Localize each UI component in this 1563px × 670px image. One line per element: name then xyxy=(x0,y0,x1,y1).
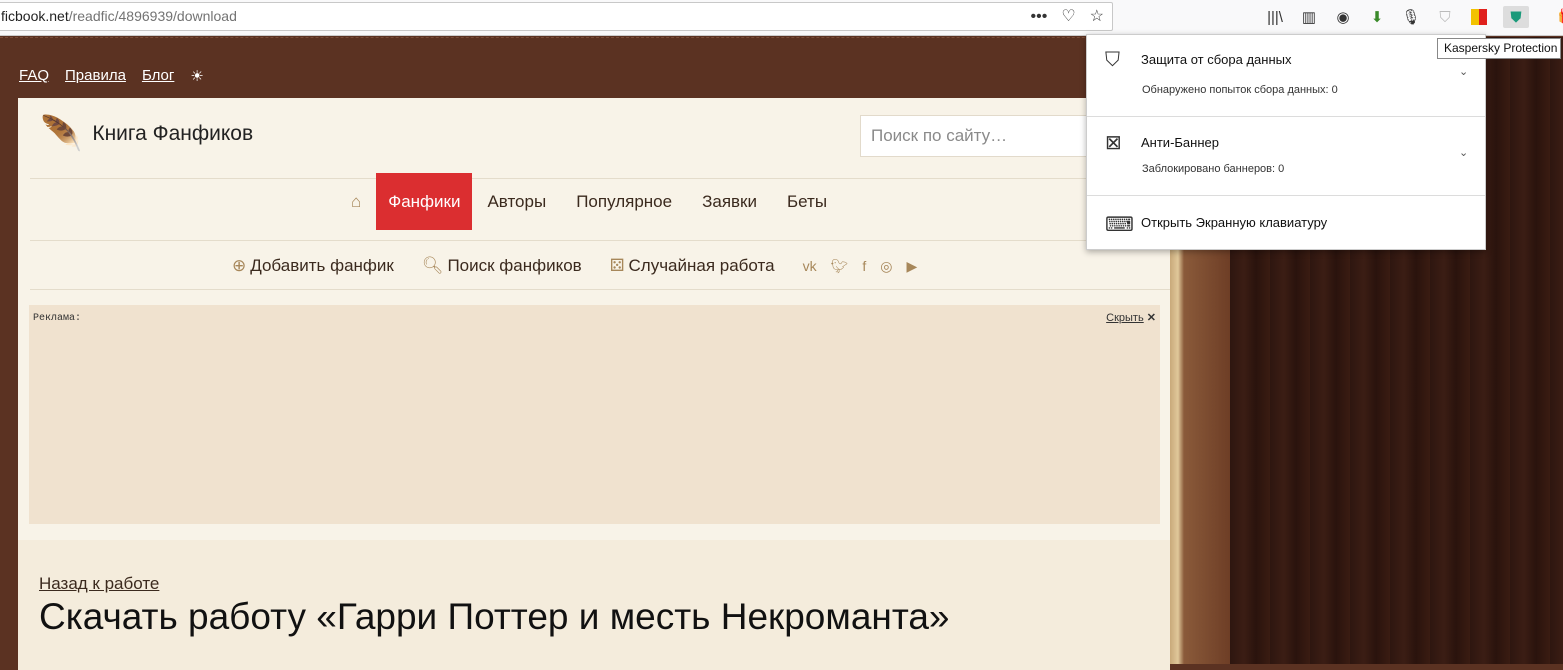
microphone-icon[interactable]: 🎙 xyxy=(1401,6,1421,28)
search-fanfics-link[interactable]: 🔍︎ Поиск фанфиков xyxy=(422,256,582,276)
gift-icon[interactable]: 🎁 xyxy=(1557,6,1563,28)
chevron-down-icon[interactable]: ⌄ xyxy=(1459,65,1468,78)
banner-block-icon: ⊠ xyxy=(1105,132,1122,154)
library-icon[interactable]: |||\ xyxy=(1265,6,1285,28)
close-icon: ✕ xyxy=(1146,312,1156,324)
anti-banner-section[interactable]: ⊠ Анти-Баннер Заблокировано баннеров: 0 … xyxy=(1087,117,1485,196)
flag-extension-icon[interactable] xyxy=(1469,6,1489,28)
browser-toolbar: ficbook.net/readfic/4896939/download •••… xyxy=(0,0,1563,36)
hide-ad-button[interactable]: Скрыть ✕ xyxy=(1106,311,1156,324)
keyboard-icon: ⌨ xyxy=(1105,214,1134,236)
page-title: Скачать работу «Гарри Поттер и месть Нек… xyxy=(39,596,950,637)
kaspersky-panel: ⛉ Защита от сбора данных Обнаружено попы… xyxy=(1086,34,1486,250)
book-page: 🪶 Книга Фанфиков Поиск по сайту… ⌂ Фанфи… xyxy=(18,98,1190,670)
ad-block: Реклама: Скрыть ✕ xyxy=(29,305,1160,524)
sidebar-icon[interactable]: ▥ xyxy=(1299,6,1319,28)
vk-icon[interactable]: vk xyxy=(803,258,817,275)
url-host: ficbook.net xyxy=(1,8,69,24)
section-title: Анти-Баннер xyxy=(1141,135,1219,150)
random-work-link[interactable]: ⚄ Случайная работа xyxy=(610,256,775,276)
url-bar[interactable]: ficbook.net/readfic/4896939/download •••… xyxy=(0,2,1113,31)
youtube-icon[interactable]: ▶ xyxy=(906,258,917,275)
nav-authors[interactable]: Авторы xyxy=(472,192,561,212)
dice-icon: ⚄ xyxy=(609,256,625,275)
sub-nav: ⊕ Добавить фанфик 🔍︎ Поиск фанфиков ⚄ Случа… xyxy=(232,256,917,276)
pocket-icon[interactable]: ♡ xyxy=(1061,3,1075,30)
url-path: /readfic/4896939/download xyxy=(68,8,237,24)
account-icon[interactable]: ◉ xyxy=(1333,6,1353,28)
ad-label: Реклама: xyxy=(33,313,82,324)
nav-betas[interactable]: Беты xyxy=(772,192,842,212)
top-links: FAQ Правила Блог ☀ xyxy=(19,67,204,85)
facebook-icon[interactable]: f xyxy=(862,258,866,275)
main-nav: ⌂ Фанфики Авторы Популярное Заявки Беты xyxy=(336,173,842,230)
chevron-down-icon[interactable]: ⌄ xyxy=(1459,146,1468,159)
user-shield-icon: ⛉ xyxy=(1105,49,1120,71)
section-desc: Заблокировано баннеров: 0 xyxy=(1142,163,1285,175)
nav-requests[interactable]: Заявки xyxy=(687,192,772,212)
twitter-icon[interactable]: 🐦︎ xyxy=(831,258,849,275)
theme-toggle-icon[interactable]: ☀ xyxy=(190,67,203,85)
section-title: Открыть Экранную клавиатуру xyxy=(1141,215,1328,230)
back-to-work-link[interactable]: Назад к работе xyxy=(39,574,159,594)
blog-link[interactable]: Блог xyxy=(142,67,174,85)
shield-extension-icon[interactable]: ⛉ xyxy=(1435,6,1455,28)
data-collection-section[interactable]: ⛉ Защита от сбора данных Обнаружено попы… xyxy=(1087,35,1485,117)
add-fanfic-link[interactable]: ⊕ Добавить фанфик xyxy=(232,256,394,276)
virtual-keyboard-item[interactable]: ⌨ Открыть Экранную клавиатуру xyxy=(1087,196,1485,249)
logo-text: Книга Фанфиков xyxy=(92,122,254,145)
home-icon[interactable]: ⌂ xyxy=(336,192,376,212)
download-icon[interactable]: ⬇ xyxy=(1367,6,1387,28)
site-logo[interactable]: 🪶 Книга Фанфиков xyxy=(40,114,253,154)
nav-popular[interactable]: Популярное xyxy=(561,192,687,212)
faq-link[interactable]: FAQ xyxy=(19,67,49,85)
feather-icon: 🪶 xyxy=(40,115,83,153)
bookmark-star-icon[interactable]: ☆ xyxy=(1090,3,1104,30)
section-desc: Обнаружено попыток сбора данных: 0 xyxy=(1142,84,1338,96)
section-title: Защита от сбора данных xyxy=(1141,52,1292,67)
search-icon: 🔍︎ xyxy=(421,256,444,275)
nav-fanfics[interactable]: Фанфики xyxy=(376,173,473,230)
plus-circle-icon: ⊕ xyxy=(232,256,247,275)
rules-link[interactable]: Правила xyxy=(65,67,126,85)
kaspersky-icon[interactable]: ⛊ xyxy=(1503,6,1529,28)
more-icon[interactable]: ••• xyxy=(1031,3,1048,30)
instagram-icon[interactable]: ◎ xyxy=(880,258,892,275)
tooltip: Kaspersky Protection xyxy=(1437,38,1561,59)
content-area: Назад к работе Скачать работу «Гарри Пот… xyxy=(18,540,1170,670)
